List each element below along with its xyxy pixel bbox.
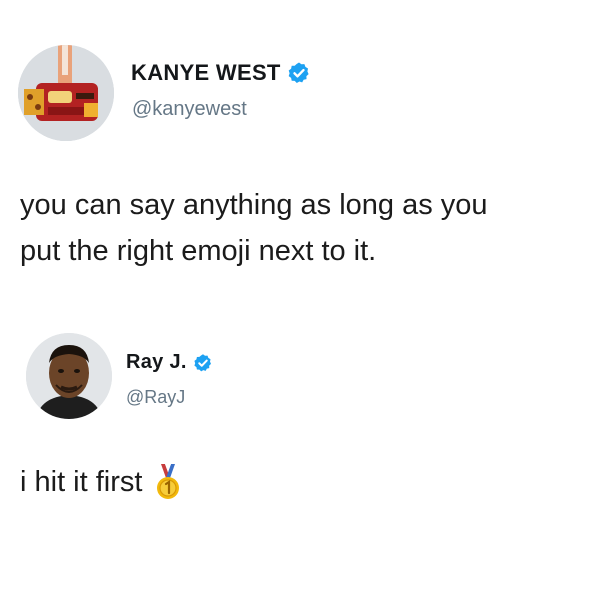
name-row: Ray J. <box>126 351 213 374</box>
avatar-photo <box>26 333 112 419</box>
tweet-text-line: you can say anything as long as you <box>20 189 488 221</box>
avatar[interactable] <box>26 333 112 419</box>
display-name[interactable]: KANYE WEST <box>131 60 281 86</box>
1st-place-medal-icon <box>154 464 182 500</box>
display-name[interactable]: Ray J. <box>126 351 187 374</box>
name-row: KANYE WEST <box>131 60 311 86</box>
verified-badge-icon <box>193 353 213 373</box>
handle[interactable]: @kanyewest <box>132 98 247 121</box>
tweet-text: you can say anything as long as you put … <box>20 182 600 274</box>
tweet-text-body: i hit it first <box>20 466 143 498</box>
tweet-text-line: put the right emoji next to it. <box>20 235 377 267</box>
tweet-text: i hit it first <box>20 459 580 505</box>
avatar-artwork <box>18 45 114 141</box>
avatar[interactable] <box>18 45 114 141</box>
handle[interactable]: @RayJ <box>126 387 185 408</box>
verified-badge-icon <box>287 61 311 85</box>
